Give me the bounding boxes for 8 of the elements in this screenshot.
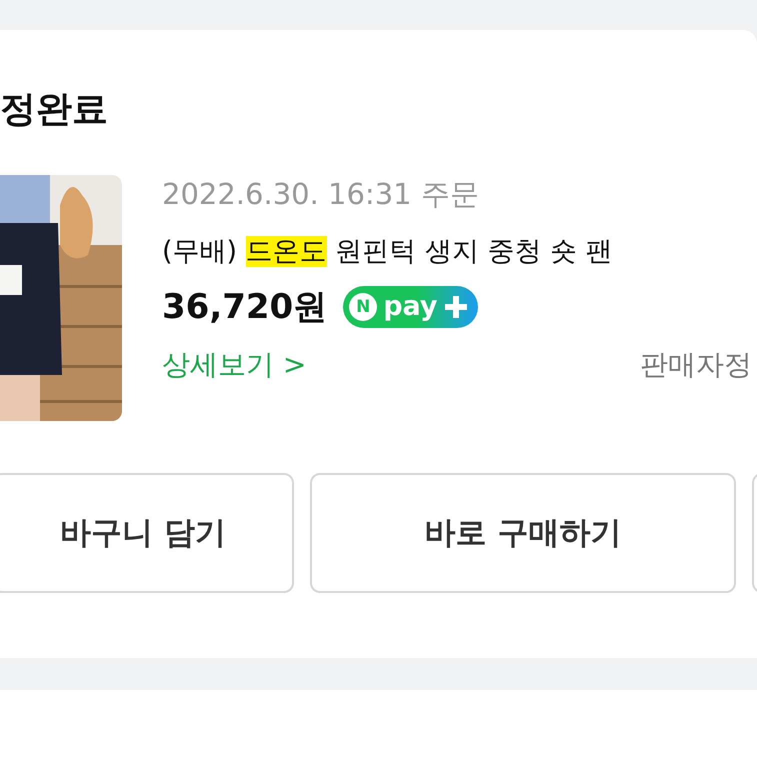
buy-now-button[interactable]: 바로 구매하기 xyxy=(310,473,736,594)
npay-badge: N pay xyxy=(343,286,478,328)
product-name: (무배) 드온도 원핀턱 생지 중청 숏 팬 xyxy=(162,236,614,268)
price: 36,720원 xyxy=(162,286,328,328)
order-date: 2022.6.30. 16:31 주문 xyxy=(162,177,480,212)
add-to-cart-button[interactable]: 바구니 담기 xyxy=(0,473,294,594)
section-title: 정완료 xyxy=(0,88,109,132)
seller-info-link[interactable]: 판매자정 xyxy=(640,348,752,382)
